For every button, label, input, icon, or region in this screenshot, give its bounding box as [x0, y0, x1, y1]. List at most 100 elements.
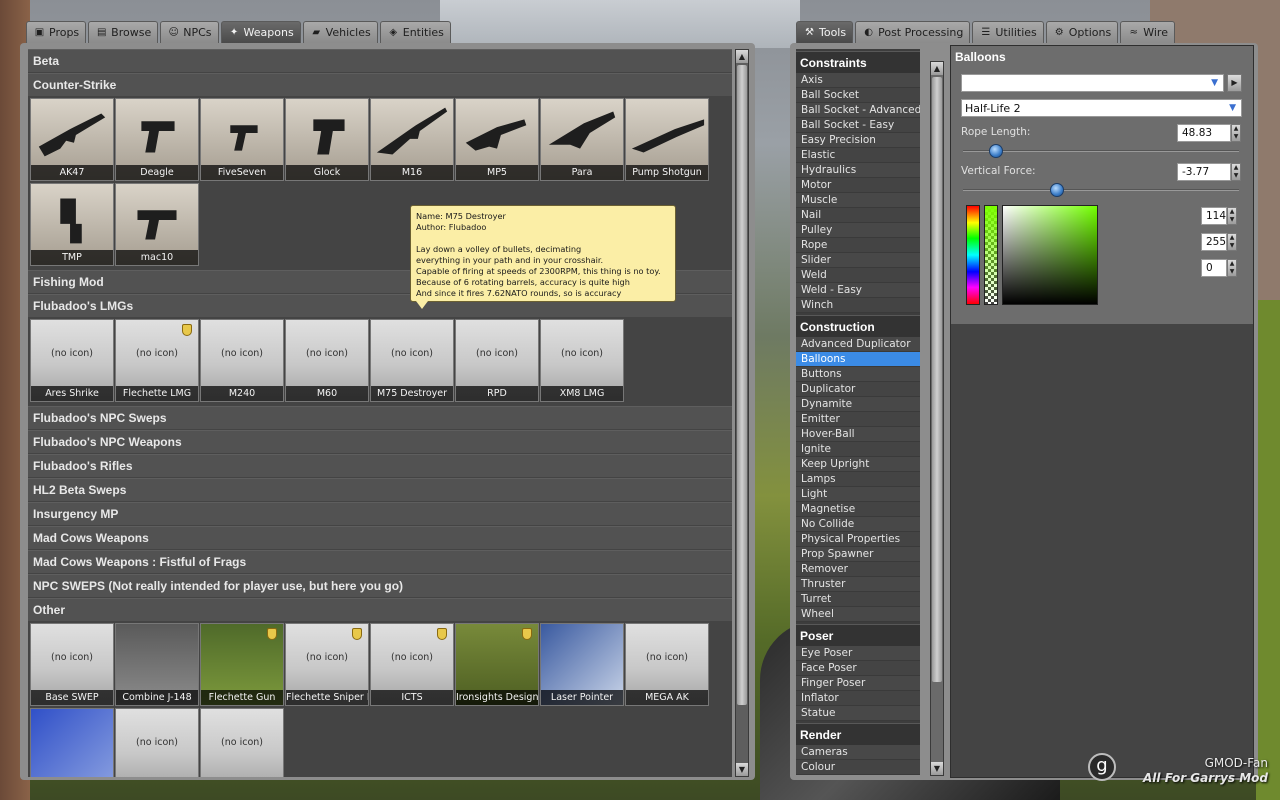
tool-item-balloons[interactable]: Balloons — [796, 352, 920, 367]
tool-item-easy-precision[interactable]: Easy Precision — [796, 133, 920, 148]
category-hl2-beta-sweps[interactable]: HL2 Beta Sweps — [28, 478, 732, 501]
weapon-tile-ironsights-designer[interactable]: Ironsights Designer — [455, 623, 539, 706]
tool-item-hover-ball[interactable]: Hover-Ball — [796, 427, 920, 442]
weapon-tile-para[interactable]: Para — [540, 98, 624, 181]
tab-post-processing[interactable]: ◐ Post Processing — [855, 21, 971, 43]
tool-item-ball-socket[interactable]: Ball Socket — [796, 88, 920, 103]
tool-item-keep-upright[interactable]: Keep Upright — [796, 457, 920, 472]
tab-options[interactable]: ⚙ Options — [1045, 21, 1119, 43]
preset-dropdown[interactable]: ▼ — [961, 74, 1224, 92]
color-green-field[interactable]: 255 — [1201, 233, 1227, 251]
weapon-tile-pump-shotgun[interactable]: Pump Shotgun — [625, 98, 709, 181]
weapon-tile-m60[interactable]: (no icon) M60 — [285, 319, 369, 402]
category-mad-cows-weapons[interactable]: Mad Cows Weapons — [28, 526, 732, 549]
category-flubadoo-s-rifles[interactable]: Flubadoo's Rifles — [28, 454, 732, 477]
weapon-tile-m240[interactable]: (no icon) M240 — [200, 319, 284, 402]
tool-item-slider[interactable]: Slider — [796, 253, 920, 268]
tool-item-cameras[interactable]: Cameras — [796, 745, 920, 760]
vertical-force-stepper[interactable]: ▲ ▼ — [1231, 163, 1241, 181]
tool-item-advanced-duplicator[interactable]: Advanced Duplicator — [796, 337, 920, 352]
tab-utilities[interactable]: ☰ Utilities — [972, 21, 1044, 43]
tool-scroll-down-button[interactable]: ▼ — [931, 762, 943, 775]
tool-item-prop-spawner[interactable]: Prop Spawner — [796, 547, 920, 562]
tool-item-eye-poser[interactable]: Eye Poser — [796, 646, 920, 661]
tab-props[interactable]: ▣ Props — [26, 21, 87, 43]
balloon-model-dropdown[interactable]: Half-Life 2 ▼ — [961, 99, 1242, 117]
tab-weapons[interactable]: ✦ Weapons — [220, 21, 301, 43]
weapon-tile-m16[interactable]: M16 — [370, 98, 454, 181]
category-insurgency-mp[interactable]: Insurgency MP — [28, 502, 732, 525]
weapon-tile-fiveseven[interactable]: FiveSeven — [200, 98, 284, 181]
category-other[interactable]: Other — [28, 598, 732, 621]
tool-item-elastic[interactable]: Elastic — [796, 148, 920, 163]
tool-list-scrollbar[interactable]: ▲ ▼ — [930, 61, 944, 776]
tool-scroll-up-button[interactable]: ▲ — [931, 62, 943, 75]
category-npc-sweps-not-really-intended-for-player-use-but-here-you-go[interactable]: NPC SWEPS (Not really intended for playe… — [28, 574, 732, 597]
tool-item-lamps[interactable]: Lamps — [796, 472, 920, 487]
tool-item-duplicator[interactable]: Duplicator — [796, 382, 920, 397]
tool-category-poser[interactable]: Poser — [796, 624, 920, 646]
tool-item-finger-poser[interactable]: Finger Poser — [796, 676, 920, 691]
tool-item-axis[interactable]: Axis — [796, 73, 920, 88]
tool-item-physical-properties[interactable]: Physical Properties — [796, 532, 920, 547]
tool-item-face-poser[interactable]: Face Poser — [796, 661, 920, 676]
weapon-tile-ak47[interactable]: AK47 — [30, 98, 114, 181]
tool-item-buttons[interactable]: Buttons — [796, 367, 920, 382]
tool-item-inflator[interactable]: Inflator — [796, 691, 920, 706]
category-counter-strike[interactable]: Counter-Strike — [28, 73, 732, 96]
rope-length-field[interactable]: 48.83 — [1177, 124, 1231, 142]
weapon-tile-ares-shrike[interactable]: (no icon) Ares Shrike — [30, 319, 114, 402]
hue-bar[interactable] — [966, 205, 980, 305]
weapon-tile-glock[interactable]: Glock — [285, 98, 369, 181]
color-green-stepper[interactable]: ▲ ▼ — [1227, 233, 1237, 251]
tool-item-ignite[interactable]: Ignite — [796, 442, 920, 457]
weapon-tile-base-swep[interactable]: (no icon) Base SWEP — [30, 623, 114, 706]
weapon-tile-flechette-sniper-rifl[interactable]: (no icon) Flechette Sniper Rifl — [285, 623, 369, 706]
category-flubadoo-s-npc-sweps[interactable]: Flubadoo's NPC Sweps — [28, 406, 732, 429]
vertical-force-slider[interactable] — [1049, 183, 1064, 197]
category-mad-cows-weapons-fistful-of-frags[interactable]: Mad Cows Weapons : Fistful of Frags — [28, 550, 732, 573]
tool-item-ball-socket-easy[interactable]: Ball Socket - Easy — [796, 118, 920, 133]
category-beta[interactable]: Beta — [28, 49, 732, 72]
tool-item-weld-easy[interactable]: Weld - Easy — [796, 283, 920, 298]
tool-category-constraints[interactable]: Constraints — [796, 51, 920, 73]
tool-item-muscle[interactable]: Muscle — [796, 193, 920, 208]
preset-expand-button[interactable]: ▶ — [1227, 74, 1242, 92]
tool-item-magnetise[interactable]: Magnetise — [796, 502, 920, 517]
tab-npcs[interactable]: ☺ NPCs — [160, 21, 219, 43]
tool-category-render[interactable]: Render — [796, 723, 920, 745]
tool-item-light[interactable]: Light — [796, 487, 920, 502]
weapon-tile-combine-j-148[interactable]: Combine J-148 — [115, 623, 199, 706]
weapon-tile-blank[interactable]: (no icon) — [200, 708, 284, 777]
weapon-tile-blank[interactable]: (no icon) — [115, 708, 199, 777]
rope-length-slider[interactable] — [989, 144, 1004, 158]
tool-item-colour[interactable]: Colour — [796, 760, 920, 775]
tool-item-wheel[interactable]: Wheel — [796, 607, 920, 622]
weapon-tile-tmp[interactable]: TMP — [30, 183, 114, 266]
tool-item-remover[interactable]: Remover — [796, 562, 920, 577]
tool-item-ball-socket-advanced[interactable]: Ball Socket - Advanced — [796, 103, 920, 118]
weapon-tile-rpd[interactable]: (no icon) RPD — [455, 319, 539, 402]
weapon-tile-icts[interactable]: (no icon) ICTS — [370, 623, 454, 706]
weapon-tile-mac10[interactable]: mac10 — [115, 183, 199, 266]
tool-item-winch[interactable]: Winch — [796, 298, 920, 313]
color-red-field[interactable]: 114 — [1201, 207, 1227, 225]
weapon-tile-m75-destroyer[interactable]: (no icon) M75 Destroyer — [370, 319, 454, 402]
tool-item-rope[interactable]: Rope — [796, 238, 920, 253]
weapon-tile-flechette-gun[interactable]: Flechette Gun — [200, 623, 284, 706]
tool-item-statue[interactable]: Statue — [796, 706, 920, 721]
scroll-down-button[interactable]: ▼ — [736, 763, 748, 776]
tool-item-dynamite[interactable]: Dynamite — [796, 397, 920, 412]
tab-browse[interactable]: ▤ Browse — [88, 21, 159, 43]
color-blue-stepper[interactable]: ▲ ▼ — [1227, 259, 1237, 277]
tool-item-weld[interactable]: Weld — [796, 268, 920, 283]
weapons-scrollbar[interactable]: ▲ ▼ — [735, 49, 749, 777]
scroll-thumb[interactable] — [737, 65, 747, 705]
tool-item-motor[interactable]: Motor — [796, 178, 920, 193]
tab-vehicles[interactable]: ▰ Vehicles — [302, 21, 378, 43]
category-flubadoo-s-npc-weapons[interactable]: Flubadoo's NPC Weapons — [28, 430, 732, 453]
weapon-tile-xm8-lmg[interactable]: (no icon) XM8 LMG — [540, 319, 624, 402]
weapon-tile-mp5[interactable]: MP5 — [455, 98, 539, 181]
color-red-stepper[interactable]: ▲ ▼ — [1227, 207, 1237, 225]
rope-length-stepper[interactable]: ▲ ▼ — [1231, 124, 1241, 142]
